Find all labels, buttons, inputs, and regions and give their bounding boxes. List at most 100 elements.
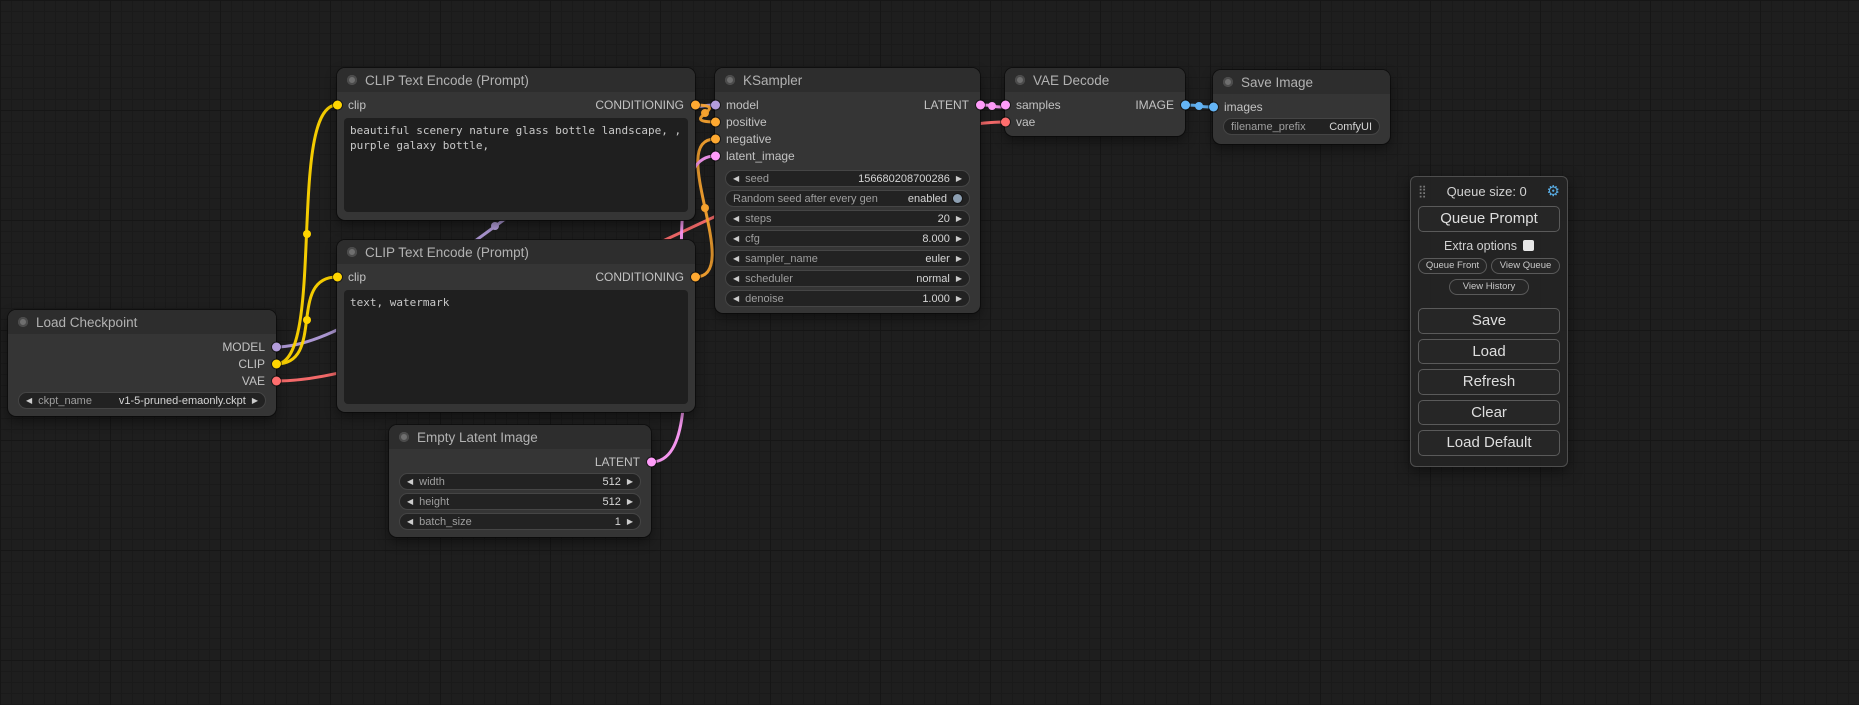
slot-row: samples IMAGE (1005, 96, 1185, 113)
widget-cfg[interactable]: ◀ cfg 8.000 ▶ (725, 230, 970, 247)
decrement-arrow-icon[interactable]: ◀ (733, 275, 739, 283)
decrement-arrow-icon[interactable]: ◀ (733, 235, 739, 243)
node-save-image[interactable]: Save Image images filename_prefix ComfyU… (1213, 70, 1390, 144)
node-title-bar[interactable]: VAE Decode (1005, 68, 1185, 92)
widget-steps[interactable]: ◀ steps 20 ▶ (725, 210, 970, 227)
port-images-input[interactable] (1209, 102, 1218, 111)
output-label-conditioning: CONDITIONING (595, 270, 684, 284)
collapse-dot-icon[interactable] (725, 75, 735, 85)
widget-width[interactable]: ◀ width 512 ▶ (399, 473, 641, 490)
widget-value: 512 (602, 496, 620, 508)
port-latent-output[interactable] (976, 100, 985, 109)
node-ksampler[interactable]: KSampler model LATENT positive negative … (715, 68, 980, 313)
widget-label: seed (745, 173, 769, 185)
increment-arrow-icon[interactable]: ▶ (252, 397, 258, 405)
widget-seed[interactable]: ◀ seed 156680208700286 ▶ (725, 170, 970, 187)
collapse-dot-icon[interactable] (18, 317, 28, 327)
slot-row: clip CONDITIONING (337, 268, 695, 285)
increment-arrow-icon[interactable]: ▶ (627, 478, 633, 486)
port-latent-image-input[interactable] (711, 151, 720, 160)
decrement-arrow-icon[interactable]: ◀ (407, 518, 413, 526)
node-title-bar[interactable]: CLIP Text Encode (Prompt) (337, 240, 695, 264)
increment-arrow-icon[interactable]: ▶ (956, 215, 962, 223)
slot-row: CLIP (8, 355, 276, 372)
widget-ckpt-name[interactable]: ◀ ckpt_name v1-5-pruned-emaonly.ckpt ▶ (18, 392, 266, 409)
port-vae-input[interactable] (1001, 117, 1010, 126)
load-button[interactable]: Load (1418, 339, 1560, 365)
port-vae-output[interactable] (272, 376, 281, 385)
slot-list: samples IMAGE vae (1005, 92, 1185, 130)
node-clip-text-encode-negative[interactable]: CLIP Text Encode (Prompt) clip CONDITION… (337, 240, 695, 412)
queue-size-label: Queue size: 0 (1427, 184, 1547, 199)
widget-label: ckpt_name (38, 395, 92, 407)
refresh-button[interactable]: Refresh (1418, 369, 1560, 395)
node-title-bar[interactable]: Empty Latent Image (389, 425, 651, 449)
collapse-dot-icon[interactable] (1015, 75, 1025, 85)
collapse-dot-icon[interactable] (347, 247, 357, 257)
widget-scheduler[interactable]: ◀ scheduler normal ▶ (725, 270, 970, 287)
collapse-dot-icon[interactable] (399, 432, 409, 442)
decrement-arrow-icon[interactable]: ◀ (733, 255, 739, 263)
prompt-textarea[interactable]: text, watermark (344, 290, 688, 404)
widget-label: batch_size (419, 516, 472, 528)
port-conditioning-output[interactable] (691, 272, 700, 281)
node-title-bar[interactable]: Save Image (1213, 70, 1390, 94)
port-clip-input[interactable] (333, 100, 342, 109)
widget-label: width (419, 476, 445, 488)
port-negative-input[interactable] (711, 134, 720, 143)
port-clip-output[interactable] (272, 359, 281, 368)
decrement-arrow-icon[interactable]: ◀ (733, 215, 739, 223)
increment-arrow-icon[interactable]: ▶ (627, 498, 633, 506)
settings-gear-icon[interactable]: ⚙ (1547, 184, 1560, 199)
widget-random-seed[interactable]: Random seed after every gen enabled (725, 190, 970, 207)
increment-arrow-icon[interactable]: ▶ (956, 235, 962, 243)
slot-row: MODEL (8, 338, 276, 355)
view-history-button[interactable]: View History (1449, 279, 1529, 295)
load-default-button[interactable]: Load Default (1418, 430, 1560, 456)
decrement-arrow-icon[interactable]: ◀ (26, 397, 32, 405)
view-queue-button[interactable]: View Queue (1491, 258, 1560, 274)
toggle-dot-icon[interactable] (953, 194, 962, 203)
increment-arrow-icon[interactable]: ▶ (956, 175, 962, 183)
widget-batch-size[interactable]: ◀ batch_size 1 ▶ (399, 513, 641, 530)
node-load-checkpoint[interactable]: Load Checkpoint MODEL CLIP VAE ◀ ckpt_na… (8, 310, 276, 416)
port-image-output[interactable] (1181, 100, 1190, 109)
widget-sampler-name[interactable]: ◀ sampler_name euler ▶ (725, 250, 970, 267)
decrement-arrow-icon[interactable]: ◀ (733, 175, 739, 183)
increment-arrow-icon[interactable]: ▶ (956, 255, 962, 263)
drag-handle-icon[interactable]: ⣿ (1418, 184, 1427, 198)
node-title-bar[interactable]: Load Checkpoint (8, 310, 276, 334)
node-title-bar[interactable]: KSampler (715, 68, 980, 92)
widget-filename-prefix[interactable]: filename_prefix ComfyUI (1223, 118, 1380, 135)
port-clip-input[interactable] (333, 272, 342, 281)
increment-arrow-icon[interactable]: ▶ (956, 295, 962, 303)
save-button[interactable]: Save (1418, 308, 1560, 334)
prompt-textarea[interactable]: beautiful scenery nature glass bottle la… (344, 118, 688, 212)
slot-list: model LATENT positive negative latent_im… (715, 92, 980, 164)
increment-arrow-icon[interactable]: ▶ (627, 518, 633, 526)
port-positive-input[interactable] (711, 117, 720, 126)
clear-button[interactable]: Clear (1418, 400, 1560, 426)
collapse-dot-icon[interactable] (1223, 77, 1233, 87)
port-samples-input[interactable] (1001, 100, 1010, 109)
input-label-latent-image: latent_image (726, 149, 795, 163)
port-model-input[interactable] (711, 100, 720, 109)
queue-front-button[interactable]: Queue Front (1418, 258, 1487, 274)
node-vae-decode[interactable]: VAE Decode samples IMAGE vae (1005, 68, 1185, 136)
decrement-arrow-icon[interactable]: ◀ (407, 478, 413, 486)
increment-arrow-icon[interactable]: ▶ (956, 275, 962, 283)
decrement-arrow-icon[interactable]: ◀ (733, 295, 739, 303)
widget-denoise[interactable]: ◀ denoise 1.000 ▶ (725, 290, 970, 307)
extra-options-checkbox[interactable] (1523, 240, 1534, 251)
node-title-bar[interactable]: CLIP Text Encode (Prompt) (337, 68, 695, 92)
node-title: KSampler (743, 73, 802, 88)
widget-height[interactable]: ◀ height 512 ▶ (399, 493, 641, 510)
decrement-arrow-icon[interactable]: ◀ (407, 498, 413, 506)
node-empty-latent-image[interactable]: Empty Latent Image LATENT ◀ width 512 ▶ … (389, 425, 651, 537)
port-latent-output[interactable] (647, 457, 656, 466)
queue-prompt-button[interactable]: Queue Prompt (1418, 206, 1560, 232)
collapse-dot-icon[interactable] (347, 75, 357, 85)
port-conditioning-output[interactable] (691, 100, 700, 109)
node-clip-text-encode-positive[interactable]: CLIP Text Encode (Prompt) clip CONDITION… (337, 68, 695, 220)
port-model-output[interactable] (272, 342, 281, 351)
